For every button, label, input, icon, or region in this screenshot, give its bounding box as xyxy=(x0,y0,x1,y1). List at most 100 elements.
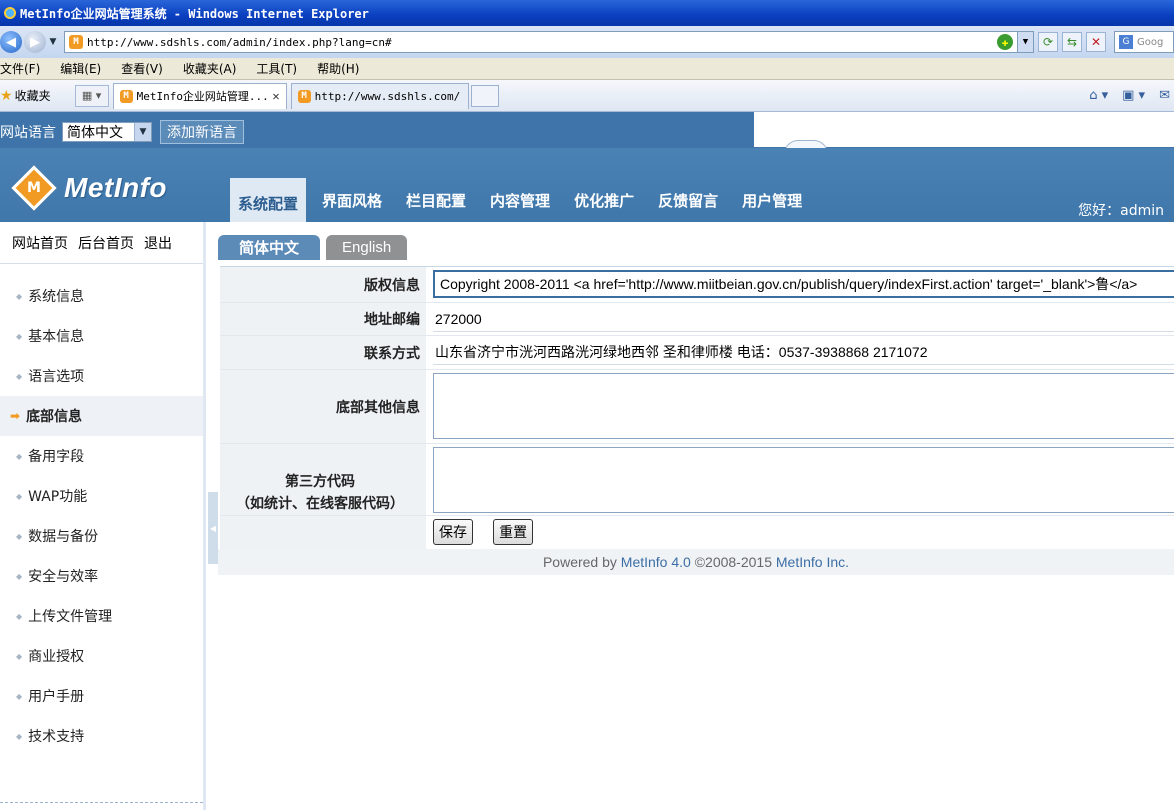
sidebar-item-security[interactable]: ◆ 安全与效率 xyxy=(0,556,203,596)
site-language-bar: 网站语言 简体中文 ▼ 添加新语言 xyxy=(0,112,1174,154)
address-text: http://www.sdshls.com/admin/index.php?la… xyxy=(87,35,392,49)
content-language-tabs: 简体中文 English xyxy=(218,235,408,260)
metinfo-logo: M MetInfo xyxy=(11,165,168,211)
quick-tabs-icon[interactable]: ▦ ▾ xyxy=(74,84,109,107)
left-sidebar: 网站首页 后台首页 退出 ◆ 系统信息 ◆ 基本信息 ◆ 语言选项 ➡ 底部信息 ◆ 备用… xyxy=(0,222,206,810)
collapse-sidebar-icon[interactable]: ◀ xyxy=(208,492,218,564)
mail-icon[interactable]: ✉ xyxy=(1159,88,1170,103)
sidebar-item-tech-support[interactable]: ◆ 技术支持 xyxy=(0,716,203,756)
back-button[interactable]: ◀ xyxy=(0,31,22,53)
nav-seo-promote[interactable]: 优化推广 xyxy=(566,178,642,222)
sidebar-item-basic-info[interactable]: ◆ 基本信息 xyxy=(0,316,203,356)
sidebar-item-data-backup[interactable]: ◆ 数据与备份 xyxy=(0,516,203,556)
menu-edit[interactable]: 编辑(E) xyxy=(60,60,101,77)
nav-feedback[interactable]: 反馈留言 xyxy=(650,178,726,222)
reset-button[interactable]: 重置 xyxy=(493,519,534,545)
menu-view[interactable]: 查看(V) xyxy=(121,60,163,77)
product-link[interactable]: MetInfo 4.0 xyxy=(621,554,691,570)
forward-button[interactable]: ▶ xyxy=(24,31,46,53)
menu-favorites[interactable]: 收藏夹(A) xyxy=(183,60,237,77)
tab-close-icon[interactable]: ✕ xyxy=(272,89,279,103)
contact-label: 联系方式 xyxy=(220,336,426,369)
reload-arrows-icon[interactable]: ⇆ xyxy=(1062,32,1082,52)
tab-lang-chinese[interactable]: 简体中文 xyxy=(218,235,321,260)
logo-text: MetInfo xyxy=(64,172,168,203)
bullet-icon: ◆ xyxy=(16,731,23,741)
link-admin-home[interactable]: 后台首页 xyxy=(78,233,134,253)
address-dropdown-icon[interactable]: ▼ xyxy=(1017,32,1033,52)
sidebar-item-user-manual[interactable]: ◆ 用户手册 xyxy=(0,676,203,716)
address-input[interactable]: M http://www.sdshls.com/admin/index.php?… xyxy=(64,31,1034,53)
nav-content-manage[interactable]: 内容管理 xyxy=(482,178,558,222)
sidebar-item-system-info[interactable]: ◆ 系统信息 xyxy=(0,276,203,316)
new-tab-button[interactable] xyxy=(470,84,499,107)
tab-lang-english[interactable]: English xyxy=(326,235,408,260)
nav-system-config[interactable]: 系统配置 xyxy=(230,178,307,222)
favorites-star-icon[interactable]: ★ xyxy=(0,88,13,104)
bullet-icon: ◆ xyxy=(16,371,23,381)
compat-view-icon[interactable]: ✚ xyxy=(997,34,1013,50)
browser-tab-active[interactable]: M MetInfo企业网站管理... ✕ xyxy=(112,82,287,109)
copyright-input[interactable]: Copyright 2008-2011 <a href='http://www.… xyxy=(433,270,1174,298)
tab-favicon-icon: M xyxy=(119,89,133,103)
save-button[interactable]: 保存 xyxy=(433,519,473,545)
bullet-icon: ◆ xyxy=(16,331,23,341)
page-footer: Powered by MetInfo 4.0 ©2008-2015 MetInf… xyxy=(218,549,1174,575)
menu-file[interactable]: 文件(F) xyxy=(0,60,40,77)
favorites-label[interactable]: 收藏夹 xyxy=(15,87,51,104)
bullet-icon: ◆ xyxy=(16,571,23,581)
company-link[interactable]: MetInfo Inc. xyxy=(776,554,849,570)
refresh-icon[interactable]: ⟳ xyxy=(1038,32,1058,52)
third-party-label: 第三方代码 （如统计、在线客服代码） xyxy=(220,444,426,515)
stop-icon[interactable]: ✕ xyxy=(1086,32,1106,52)
footer-other-label: 底部其他信息 xyxy=(220,370,426,443)
link-logout[interactable]: 退出 xyxy=(144,233,172,253)
browser-tab[interactable]: M http://www.sdshls.com/... xyxy=(290,82,469,109)
sidebar-item-upload-files[interactable]: ◆ 上传文件管理 xyxy=(0,596,203,636)
contact-input[interactable]: 山东省济宁市洸河西路洸河绿地西邻 圣和律师楼 电话：0537-3938868 2… xyxy=(433,339,1174,365)
sidebar-item-footer-info[interactable]: ➡ 底部信息 xyxy=(0,396,203,436)
site-language-label: 网站语言 xyxy=(0,125,56,141)
bullet-icon: ◆ xyxy=(16,611,23,621)
home-icon[interactable]: ⌂ ▾ xyxy=(1089,88,1108,103)
search-input[interactable]: G Goog xyxy=(1114,31,1174,53)
site-favicon-icon: M xyxy=(69,35,83,49)
bullet-icon: ◆ xyxy=(16,531,23,541)
sidebar-item-language[interactable]: ◆ 语言选项 xyxy=(0,356,203,396)
feeds-icon[interactable]: ▣ ▾ xyxy=(1122,88,1145,103)
tab-label: http://www.sdshls.com/... xyxy=(314,89,462,103)
arrow-right-icon: ➡ xyxy=(10,409,21,423)
footer-other-textarea[interactable] xyxy=(433,373,1174,439)
user-greeting: 您好：admin xyxy=(1078,203,1164,219)
main-nav: 系统配置 界面风格 栏目配置 内容管理 优化推广 反馈留言 用户管理 xyxy=(230,178,818,222)
sidebar-menu: ◆ 系统信息 ◆ 基本信息 ◆ 语言选项 ➡ 底部信息 ◆ 备用字段 ◆ WAP功能 ◆ 数据… xyxy=(0,276,203,756)
sidebar-item-spare-fields[interactable]: ◆ 备用字段 xyxy=(0,436,203,476)
address-zip-input[interactable]: 272000 xyxy=(433,306,1174,332)
actions-label-cell xyxy=(220,516,426,550)
nav-interface-style[interactable]: 界面风格 xyxy=(314,178,390,222)
main-content: 简体中文 English 版权信息 Copyright 2008-2011 <a… xyxy=(218,222,1174,810)
menu-tools[interactable]: 工具(T) xyxy=(256,60,297,77)
form-row-footer-other: 底部其他信息 xyxy=(220,370,1174,444)
menu-help[interactable]: 帮助(H) xyxy=(317,60,359,77)
chevron-down-icon: ▼ xyxy=(134,123,151,141)
header-banner xyxy=(754,112,1174,154)
add-language-button[interactable]: 添加新语言 xyxy=(160,120,244,144)
form-row-actions: 保存 重置 xyxy=(220,516,1174,550)
nav-user-manage[interactable]: 用户管理 xyxy=(734,178,810,222)
history-dropdown-icon[interactable]: ▼ xyxy=(46,37,60,47)
address-zip-label: 地址邮编 xyxy=(220,303,426,335)
form-row-address-zip: 地址邮编 272000 xyxy=(220,303,1174,336)
sidebar-divider xyxy=(0,802,203,810)
nav-column-config[interactable]: 栏目配置 xyxy=(398,178,474,222)
third-party-textarea[interactable] xyxy=(433,447,1174,513)
link-site-home[interactable]: 网站首页 xyxy=(12,233,68,253)
sidebar-top-links: 网站首页 后台首页 退出 xyxy=(0,222,203,264)
copyright-years: ©2008-2015 xyxy=(694,554,772,570)
sidebar-item-wap[interactable]: ◆ WAP功能 xyxy=(0,476,203,516)
sidebar-item-license[interactable]: ◆ 商业授权 xyxy=(0,636,203,676)
site-language-select[interactable]: 简体中文 ▼ xyxy=(62,122,152,142)
form-row-contact: 联系方式 山东省济宁市洸河西路洸河绿地西邻 圣和律师楼 电话：0537-3938… xyxy=(220,336,1174,370)
powered-by-text: Powered by xyxy=(542,554,617,570)
address-toolbar: ◀ ▶ ▼ M http://www.sdshls.com/admin/inde… xyxy=(0,26,1174,58)
